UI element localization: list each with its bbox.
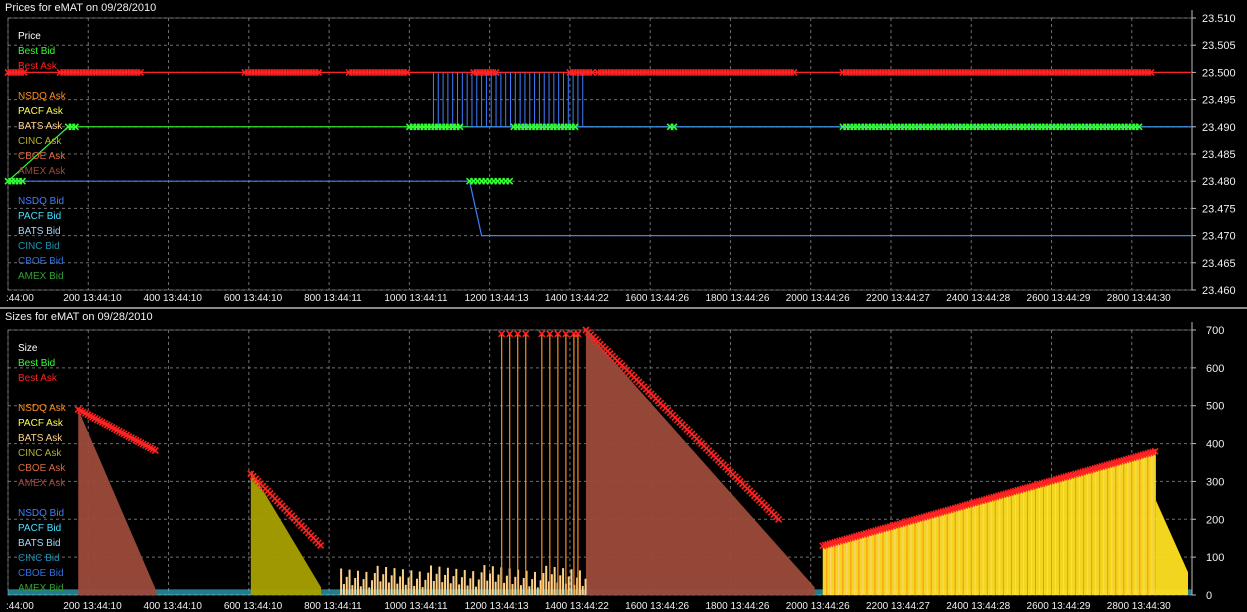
sizes-xtick-label: 1600 13:44:26 bbox=[625, 601, 689, 612]
sizes-xtick-label: 600 13:44:10 bbox=[224, 601, 283, 612]
legend-entry: BATS Bid bbox=[18, 538, 61, 549]
sizes-xtick-label: 400 13:44:10 bbox=[144, 601, 203, 612]
sizes-ytick-label: 200 bbox=[1206, 514, 1224, 526]
prices-ytick-label: 23.505 bbox=[1202, 40, 1236, 52]
prices-xtick-label: 1600 13:44:26 bbox=[625, 293, 689, 304]
sizes-ytick-label: 500 bbox=[1206, 401, 1224, 413]
series-line-nsdq-bid bbox=[8, 180, 1192, 237]
legend-entry: Best Bid bbox=[18, 358, 55, 369]
prices-ytick-label: 23.470 bbox=[1202, 231, 1236, 243]
legend-entry: BATS Ask bbox=[18, 121, 63, 132]
sizes-xtick-label: 2000 13:44:26 bbox=[786, 601, 850, 612]
prices-xtick-label: 800 13:44:11 bbox=[304, 293, 362, 304]
prices-xtick-label: 2200 13:44:27 bbox=[866, 293, 930, 304]
sizes-xtick-label: 800 13:44:11 bbox=[304, 601, 362, 612]
prices-ytick-label: 23.490 bbox=[1202, 122, 1236, 134]
prices-ytick-label: 23.485 bbox=[1202, 149, 1236, 161]
prices-xtick-label: 2600 13:44:29 bbox=[1027, 293, 1091, 304]
legend-entry: CBOE Bid bbox=[18, 256, 64, 267]
legend-entry: CBOE Ask bbox=[18, 151, 66, 162]
prices-xtick-label: 2400 13:44:28 bbox=[946, 293, 1010, 304]
prices-xtick-label: 400 13:44:10 bbox=[144, 293, 203, 304]
size-area-amex-ask bbox=[585, 330, 815, 595]
prices-ytick-label: 23.500 bbox=[1202, 67, 1236, 79]
prices-xtick-label: 2000 13:44:26 bbox=[786, 293, 850, 304]
sizes-legend-title: Size bbox=[18, 343, 38, 354]
prices-ytick-label: 23.480 bbox=[1202, 176, 1236, 188]
sizes-xtick-label: 2200 13:44:27 bbox=[866, 601, 930, 612]
legend-entry: PACF Ask bbox=[18, 106, 64, 117]
prices-ytick-label: 23.495 bbox=[1202, 95, 1236, 107]
prices-xtick-label: 600 13:44:10 bbox=[224, 293, 283, 304]
legend-entry: CINC Ask bbox=[18, 136, 62, 147]
legend-entry: NSDQ Ask bbox=[18, 403, 67, 414]
legend-entry: CBOE Bid bbox=[18, 568, 64, 579]
sizes-ytick-label: 600 bbox=[1206, 363, 1224, 375]
legend-entry: NSDQ Bid bbox=[18, 196, 64, 207]
prices-xtick-label: 2800 13:44:30 bbox=[1107, 293, 1171, 304]
legend-entry: NSDQ Ask bbox=[18, 91, 67, 102]
sizes-xtick-label: 2800 13:44:30 bbox=[1107, 601, 1171, 612]
chart-window: Prices for eMAT on 09/28/2010 Sizes for … bbox=[0, 0, 1247, 612]
sizes-ytick-label: 400 bbox=[1206, 439, 1224, 451]
sizes-xtick-label: 1000 13:44:11 bbox=[384, 601, 448, 612]
legend-entry: NSDQ Bid bbox=[18, 508, 64, 519]
legend-entry: BATS Ask bbox=[18, 433, 63, 444]
prices-legend-title: Price bbox=[18, 31, 41, 42]
legend-entry: CINC Bid bbox=[18, 241, 60, 252]
best-ask-size-marker bbox=[317, 541, 325, 549]
sizes-xtick-label: 1400 13:44:22 bbox=[545, 601, 609, 612]
sizes-xtick-label: 2400 13:44:28 bbox=[946, 601, 1010, 612]
prices-xtick-label: 200 13:44:10 bbox=[63, 293, 122, 304]
legend-entry: AMEX Bid bbox=[18, 583, 64, 594]
legend-entry: PACF Bid bbox=[18, 211, 61, 222]
prices-ytick-label: 23.465 bbox=[1202, 258, 1236, 270]
legend-entry: AMEX Ask bbox=[18, 478, 66, 489]
prices-ytick-label: 23.475 bbox=[1202, 203, 1236, 215]
chart-canvas[interactable]: 23.510 23.505 23.500 23.495 23.490 23.485 23.4… bbox=[0, 0, 1247, 612]
legend-entry: CBOE Ask bbox=[18, 463, 66, 474]
sizes-ytick-label: 700 bbox=[1206, 325, 1224, 337]
sizes-xtick-label: 1200 13:44:13 bbox=[465, 601, 529, 612]
legend-entry: Best Bid bbox=[18, 46, 55, 57]
legend-entry: PACF Ask bbox=[18, 418, 64, 429]
legend-entry: Best Ask bbox=[18, 61, 58, 72]
prices-plot-frame bbox=[7, 17, 1193, 291]
series-line-best-bid bbox=[7, 126, 1192, 182]
sizes-ytick-label: 100 bbox=[1206, 552, 1224, 564]
legend-entry: BATS Bid bbox=[18, 226, 61, 237]
prices-xtick-label: 1400 13:44:22 bbox=[545, 293, 609, 304]
prices-ytick-label: 23.510 bbox=[1202, 13, 1236, 25]
sizes-legend: Size Best Bid Best Ask NSDQ Ask PACF Ask BATS… bbox=[18, 343, 67, 594]
prices-xtick-label: 1000 13:44:11 bbox=[384, 293, 448, 304]
prices-ytick-label: 23.460 bbox=[1202, 285, 1236, 297]
size-area-pacf-ask bbox=[822, 451, 1156, 595]
prices-legend: Price Best Bid Best Ask NSDQ Ask PACF Ask BAT… bbox=[18, 31, 67, 282]
legend-entry: CINC Bid bbox=[18, 553, 60, 564]
prices-xtick-label: 1200 13:44:13 bbox=[465, 293, 529, 304]
prices-xtick-label: :44:00 bbox=[6, 293, 34, 304]
sizes-ytick-label: 0 bbox=[1206, 590, 1212, 602]
legend-entry: PACF Bid bbox=[18, 523, 61, 534]
sizes-xtick-label: 200 13:44:10 bbox=[63, 601, 122, 612]
sizes-xtick-label: 1800 13:44:26 bbox=[705, 601, 769, 612]
legend-entry: AMEX Ask bbox=[18, 166, 66, 177]
size-area-pacf-ask bbox=[1155, 500, 1188, 595]
legend-entry: AMEX Bid bbox=[18, 271, 64, 282]
sizes-ytick-label: 300 bbox=[1206, 476, 1224, 488]
prices-xtick-label: 1800 13:44:26 bbox=[705, 293, 769, 304]
sizes-xtick-label: :44:00 bbox=[6, 601, 34, 612]
sizes-panel: 700 600 500 400 300 200 100 0 :44:00 200 13:44:10… bbox=[6, 322, 1224, 612]
legend-entry: Best Ask bbox=[18, 373, 58, 384]
prices-panel: 23.510 23.505 23.500 23.495 23.490 23.485 23.4… bbox=[4, 10, 1236, 304]
legend-entry: CINC Ask bbox=[18, 448, 62, 459]
sizes-xtick-label: 2600 13:44:29 bbox=[1027, 601, 1091, 612]
size-area-amex-ask bbox=[78, 409, 157, 595]
